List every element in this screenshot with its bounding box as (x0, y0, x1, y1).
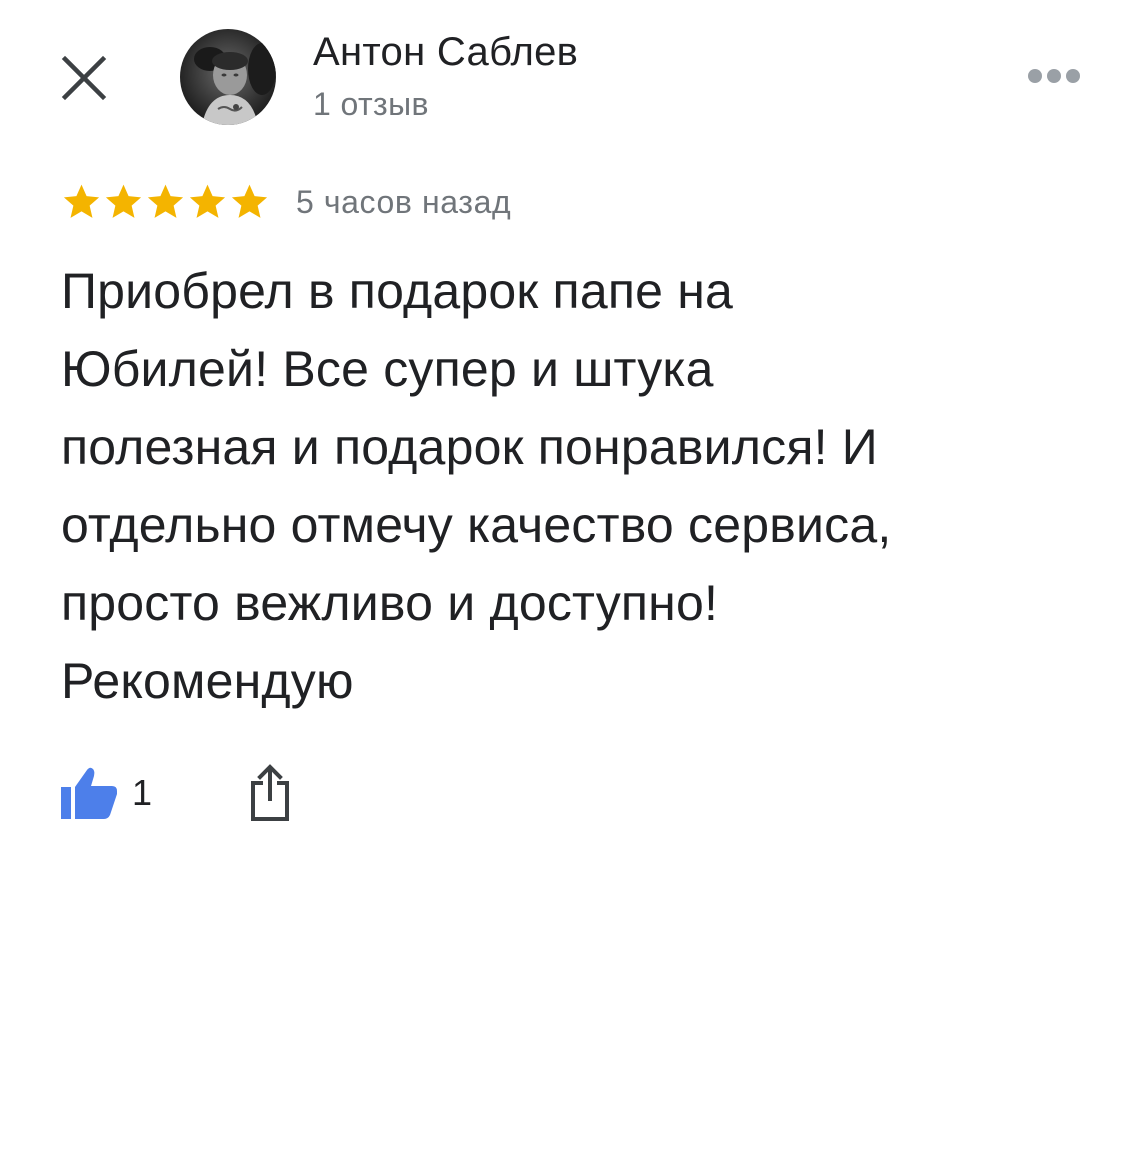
star-rating (61, 182, 270, 222)
thumbs-up-icon (61, 767, 117, 819)
close-button[interactable] (58, 52, 110, 104)
rating-row: 5 часов назад (61, 180, 511, 224)
review-time: 5 часов назад (296, 184, 512, 220)
review-text-line: полезная и подарок понравился! И (61, 419, 878, 475)
star-icon (145, 182, 186, 222)
review-text-line: отдельно отмечу качество сервиса, (61, 497, 892, 553)
star-icon (187, 182, 228, 222)
author-name[interactable]: Антон Саблев (313, 28, 578, 76)
review-text-line: Рекомендую (61, 653, 354, 709)
like-button[interactable]: 1 (60, 766, 152, 820)
like-count: 1 (132, 772, 153, 813)
review-text-line: Приобрел в подарок папе на (61, 263, 734, 319)
star-icon (103, 182, 144, 222)
close-icon (61, 55, 107, 101)
more-options-button[interactable] (1026, 64, 1082, 88)
avatar[interactable] (180, 29, 276, 125)
author-reviews-count: 1 отзыв (313, 86, 429, 122)
review-text-line: Юбилей! Все супер и штука (61, 341, 714, 397)
user-avatar-image (180, 29, 276, 125)
review-actions: 1 (60, 762, 292, 824)
review-text-line: просто вежливо и доступно! (61, 575, 719, 631)
review-text: Приобрел в подарок папе на Юбилей! Все с… (61, 252, 1071, 720)
share-button[interactable] (248, 763, 292, 823)
star-icon (229, 182, 270, 222)
share-icon (251, 764, 290, 821)
more-horizontal-icon (1028, 69, 1080, 83)
star-icon (61, 182, 102, 222)
